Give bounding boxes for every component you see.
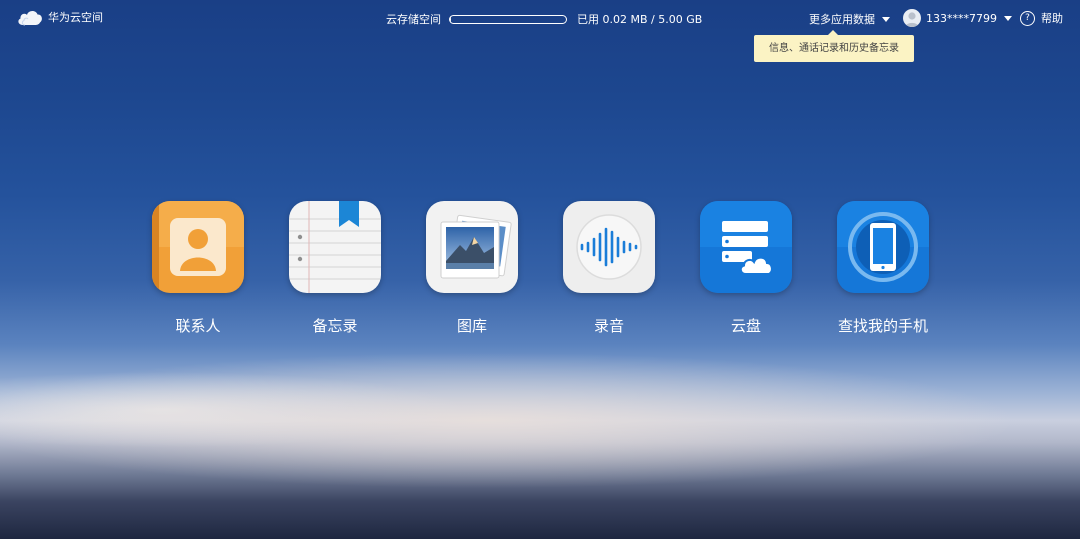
contacts-icon [152, 201, 244, 293]
app-label-find-phone: 查找我的手机 [837, 317, 928, 335]
more-app-data-dropdown[interactable]: 更多应用数据 [809, 11, 890, 27]
storage-progress-bar [449, 14, 567, 24]
app-cloud-drive[interactable]: 云盘 [700, 201, 792, 336]
help-link[interactable]: ? 帮助 [1020, 10, 1063, 26]
caret-down-icon [882, 16, 890, 22]
app-label-gallery: 图库 [456, 317, 487, 335]
account-menu[interactable]: 133****7799 [903, 9, 1012, 27]
user-silhouette-icon [905, 12, 919, 27]
help-label: 帮助 [1041, 12, 1063, 25]
more-app-data-label: 更多应用数据 [809, 13, 875, 26]
caret-down-icon [1004, 15, 1012, 21]
account-name: 133****7799 [926, 11, 997, 25]
gallery-icon [426, 201, 518, 293]
find-phone-icon [837, 201, 929, 293]
app-grid: 联系人 备忘录 图库 录音 云盘 查找我的手机 [152, 201, 929, 336]
logo[interactable]: 华为云空间 [16, 8, 103, 26]
recorder-icon [563, 201, 655, 293]
app-label-contacts: 联系人 [175, 317, 221, 335]
logo-text: 华为云空间 [48, 11, 103, 24]
app-label-notepad: 备忘录 [312, 317, 358, 335]
app-notepad[interactable]: 备忘录 [289, 201, 381, 336]
app-label-recorder: 录音 [593, 317, 624, 335]
app-find-phone[interactable]: 查找我的手机 [837, 201, 929, 336]
app-recorder[interactable]: 录音 [563, 201, 655, 336]
top-bar: 华为云空间 云存储空间 已用 0.02 MB / 5.00 GB 更多应用数据 … [0, 0, 1080, 36]
storage-label: 云存储空间 [386, 13, 441, 26]
avatar [903, 9, 921, 27]
app-gallery[interactable]: 图库 [426, 201, 518, 336]
question-circle-icon: ? [1020, 10, 1035, 26]
cloud-logo-icon [16, 8, 44, 26]
storage-meter: 云存储空间 已用 0.02 MB / 5.00 GB [386, 11, 702, 27]
notepad-icon [289, 201, 381, 293]
tooltip-text: 信息、通话记录和历史备忘录 [769, 43, 899, 54]
app-contacts[interactable]: 联系人 [152, 201, 244, 336]
storage-used-text: 已用 0.02 MB / 5.00 GB [577, 13, 703, 26]
cloud-drive-icon [700, 201, 792, 293]
app-label-cloud-drive: 云盘 [730, 317, 761, 335]
more-data-tooltip: 信息、通话记录和历史备忘录 [754, 30, 914, 62]
